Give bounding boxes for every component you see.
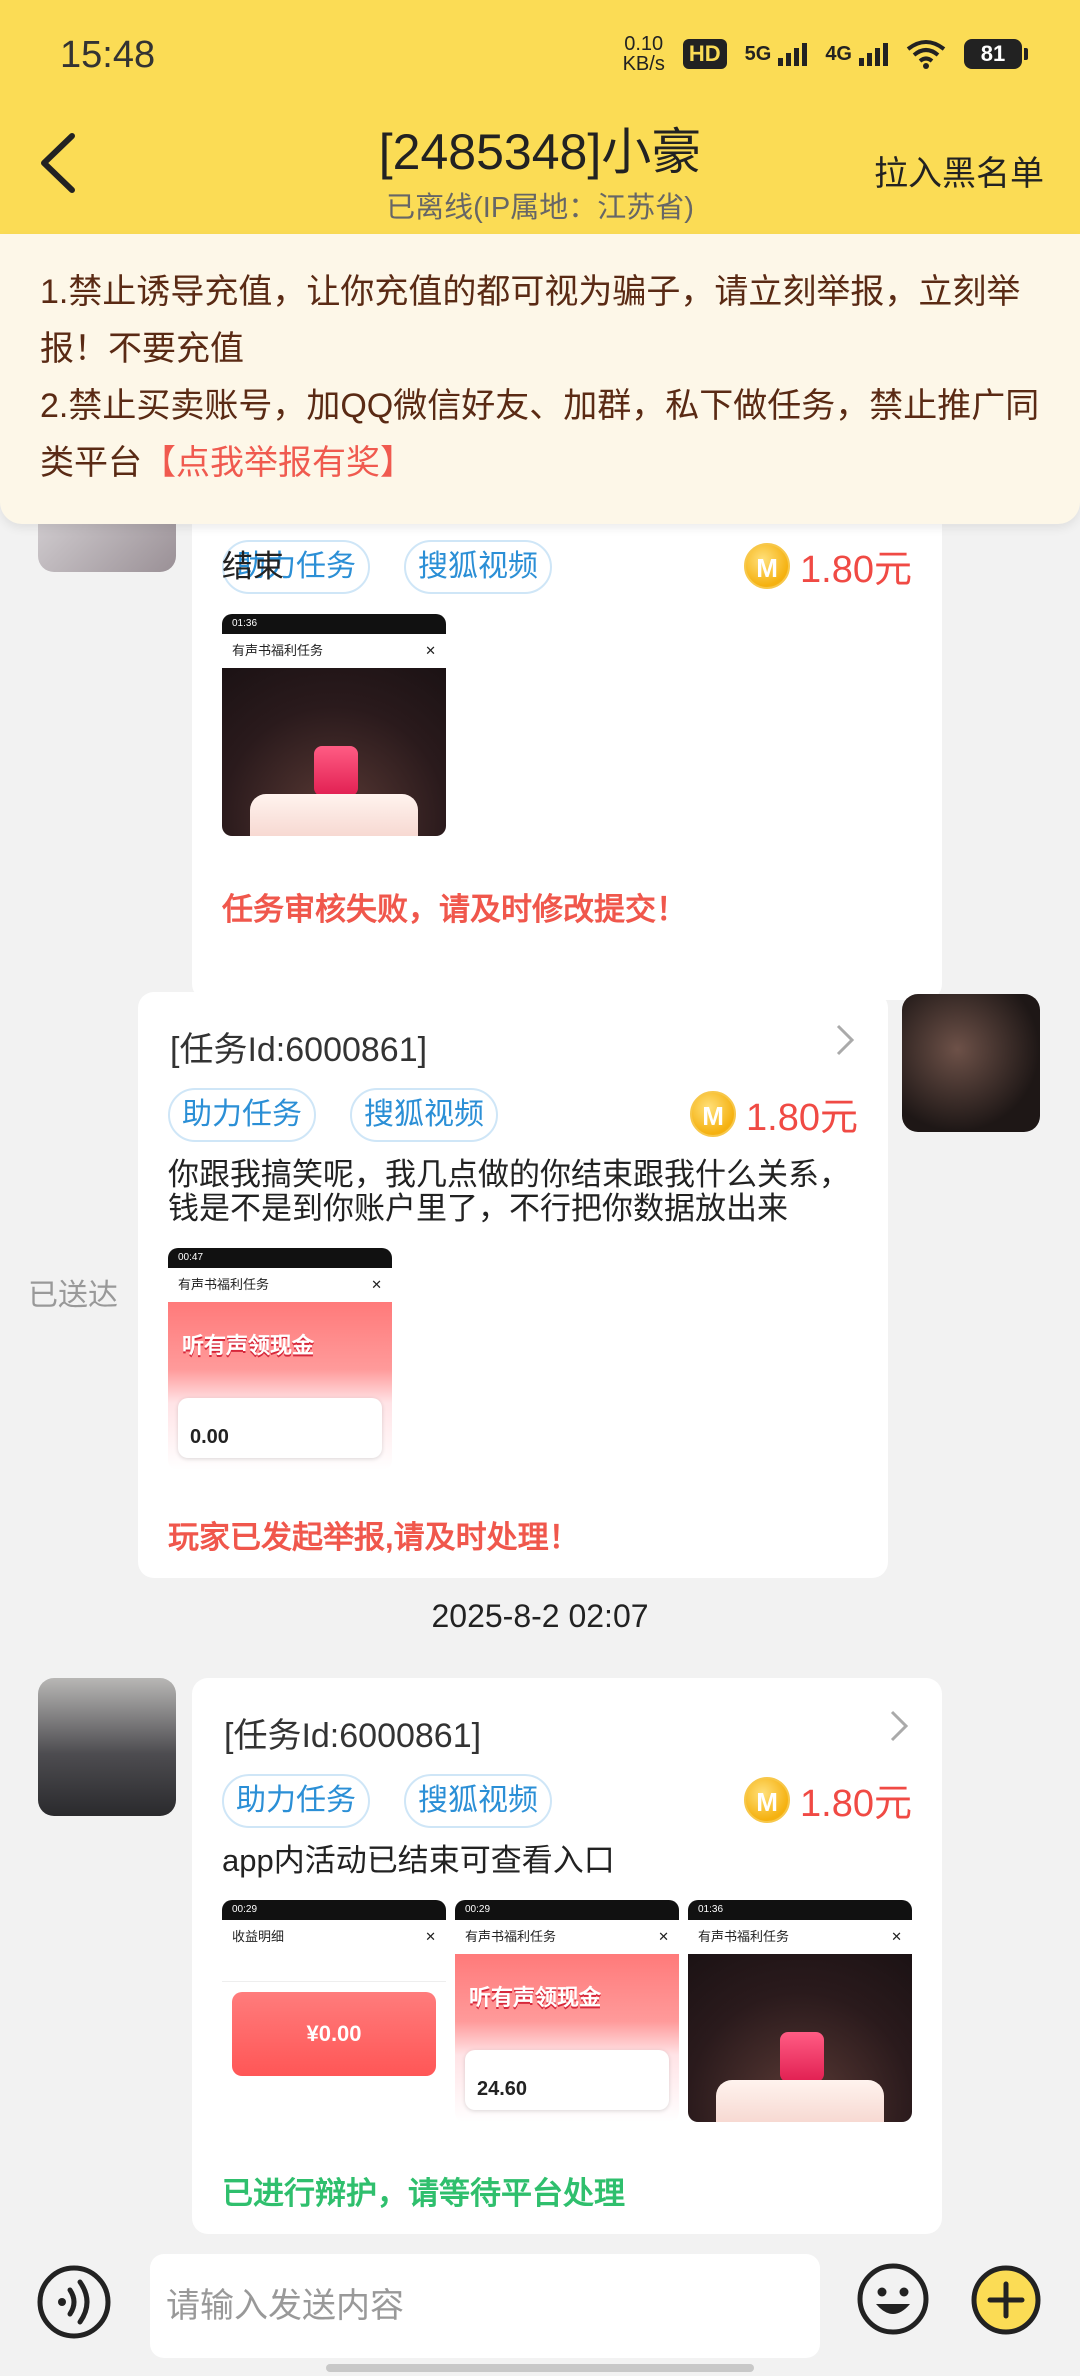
message-text: 结束 <box>222 549 284 584</box>
voice-icon[interactable] <box>36 2264 112 2340</box>
task-tag: 助力任务 <box>168 1088 316 1142</box>
avatar[interactable] <box>902 994 1040 1132</box>
net-speed-value: 0.10 <box>624 33 664 55</box>
thumb-title-text: 有声书福利任务 <box>178 1277 270 1292</box>
thumb-image: 听有声领现金 24.60 <box>455 1954 679 2122</box>
thumb-status-time: 00:29 <box>222 1900 446 1920</box>
thumb-title-text: 有声书福利任务 <box>698 1929 790 1944</box>
chevron-right-icon[interactable] <box>830 1020 860 1060</box>
thumb-card <box>250 794 418 836</box>
screenshot-thumbnail[interactable]: 00:29 有声书福利任务 ✕ 听有声领现金 24.60 <box>455 1900 679 2122</box>
hd-icon: HD <box>682 39 727 69</box>
timestamp: 2025-8-2 02:07 <box>431 1598 649 1634</box>
screenshot-thumbnail[interactable]: 00:47 有声书福利任务 ✕ 听有声领现金 0.00 <box>168 1248 392 1470</box>
thumb-amount: 24.60 <box>477 2078 528 2100</box>
thumb-amount: 0.00 <box>190 1426 229 1448</box>
thumb-image <box>222 668 446 836</box>
net-speed: 0.10 KB/s <box>623 34 665 74</box>
message-input[interactable] <box>150 2254 820 2358</box>
warning-notice: 1.禁止诱导充值，让你充值的都可视为骗子，请立刻举报，立刻举报！不要充值 2.禁… <box>0 234 1080 524</box>
task-tag: 搜狐视频 <box>350 1088 498 1142</box>
message-text: app内活动已结束可查看入口 <box>222 1843 615 1878</box>
home-indicator[interactable] <box>326 2364 754 2372</box>
review-status: 任务审核失败，请及时修改提交！ <box>222 892 687 927</box>
chat-area[interactable]: 助力任务 搜狐视频 M 1.80元 结束 01:36 有声书福利任务 ✕ 任务审核失… <box>0 524 1080 2240</box>
thumb-card: 0.00 <box>178 1398 382 1458</box>
task-id: [任务Id:6000861] <box>224 1717 482 1755</box>
screenshot-thumbnail[interactable]: 00:29 收益明细 ✕ ¥0.00 <box>222 1900 446 2122</box>
status-icons: 0.10 KB/s HD 5G 4G 81 <box>623 34 1028 74</box>
coin-icon: M <box>744 1776 791 1823</box>
close-icon: ✕ <box>658 1929 669 1944</box>
screenshot-thumbnail[interactable]: 01:36 有声书福利任务 ✕ <box>688 1900 912 2122</box>
thumb-title: 有声书福利任务 ✕ <box>222 634 446 668</box>
avatar[interactable] <box>38 1678 176 1816</box>
emoji-icon[interactable] <box>856 2262 930 2336</box>
thumb-tabs <box>222 1954 446 1982</box>
thumb-card <box>716 2080 884 2122</box>
reward: M 1.80元 <box>690 1086 858 1141</box>
thumb-title-text: 有声书福利任务 <box>232 643 324 658</box>
thumb-card: 24.60 <box>465 2050 669 2110</box>
task-message-card[interactable]: [任务Id:6000861] 助力任务 搜狐视频 M 1.80元 app内活动已结… <box>192 1678 942 2234</box>
signal-4g-label: 4G <box>825 42 852 65</box>
reward-amount: 1.80元 <box>800 1783 912 1825</box>
chevron-right-icon[interactable] <box>884 1706 914 1746</box>
thumb-title: 收益明细 ✕ <box>222 1920 446 1954</box>
message-text: 你跟我搞笑呢，我几点做的你结束跟我什么关系，钱是不是到你账户里了，不行把你数据放… <box>168 1157 850 1226</box>
thumb-headline: 听有声领现金 <box>469 1985 602 2010</box>
avatar[interactable] <box>38 524 176 572</box>
thumb-image: 听有声领现金 0.00 <box>168 1302 392 1470</box>
status-time: 15:48 <box>60 34 156 76</box>
delivery-status: 已送达 <box>28 1279 118 1312</box>
thumb-title-text: 有声书福利任务 <box>465 1929 557 1944</box>
thumb-status-time: 01:36 <box>688 1900 912 1920</box>
red-packet-icon <box>314 746 358 796</box>
report-status: 玩家已发起举报,请及时处理！ <box>168 1520 580 1555</box>
thumb-image <box>688 1954 912 2122</box>
screenshot-thumbnail[interactable]: 01:36 有声书福利任务 ✕ <box>222 614 446 836</box>
close-icon: ✕ <box>425 1929 436 1944</box>
close-icon: ✕ <box>371 1277 382 1292</box>
task-tag: 助力任务 <box>222 1774 370 1828</box>
top-bar: 15:48 0.10 KB/s HD 5G 4G 81 [2485348]小豪 … <box>0 0 1080 234</box>
notice-line-1: 1.禁止诱导充值，让你充值的都可视为骗子，请立刻举报，立刻举报！不要充值 <box>40 273 1021 368</box>
blacklist-button[interactable]: 拉入黑名单 <box>874 146 1044 195</box>
notice-line-2: 2.禁止买卖账号，加QQ微信好友、加群，私下做任务，禁止推广同类平台【点我举报有… <box>40 378 1040 492</box>
input-bar <box>0 2240 1080 2376</box>
task-tag: 搜狐视频 <box>404 1774 552 1828</box>
add-icon[interactable] <box>970 2264 1042 2336</box>
thumb-title: 有声书福利任务 ✕ <box>688 1920 912 1954</box>
thumb-balance: ¥0.00 <box>232 1992 436 2076</box>
report-link[interactable]: 【点我举报有奖】 <box>142 444 414 482</box>
reward-amount: 1.80元 <box>746 1097 858 1139</box>
task-id: [任务Id:6000861] <box>170 1031 428 1069</box>
thumb-image: ¥0.00 <box>222 1954 446 2122</box>
signal-5g-label: 5G <box>744 42 772 65</box>
thumb-headline: 听有声领现金 <box>182 1333 315 1358</box>
thumb-status-time: 00:47 <box>168 1248 392 1268</box>
signal-4g-icon: 4G <box>825 42 888 66</box>
thumb-title: 有声书福利任务 ✕ <box>168 1268 392 1302</box>
close-icon: ✕ <box>425 643 436 658</box>
battery-icon: 81 <box>964 39 1028 69</box>
message-input-box[interactable] <box>150 2254 820 2358</box>
thumb-status-time: 00:29 <box>455 1900 679 1920</box>
thumb-title: 有声书福利任务 ✕ <box>455 1920 679 1954</box>
coin-icon: M <box>690 1090 737 1137</box>
defense-status: 已进行辩护，请等待平台处理 <box>222 2176 625 2211</box>
task-message-card[interactable]: 助力任务 搜狐视频 M 1.80元 结束 01:36 有声书福利任务 ✕ 任务审核失… <box>192 524 942 1000</box>
net-speed-unit: KB/s <box>622 53 665 75</box>
thumb-title-text: 收益明细 <box>232 1929 285 1944</box>
wifi-icon <box>906 40 946 69</box>
task-message-card[interactable]: [任务Id:6000861] 助力任务 搜狐视频 M 1.80元 你跟我搞笑呢，我… <box>138 992 888 1578</box>
thumb-status-time: 01:36 <box>222 614 446 634</box>
close-icon: ✕ <box>891 1929 902 1944</box>
signal-5g-icon: 5G <box>744 42 808 66</box>
reward: M 1.80元 <box>744 1772 912 1827</box>
red-packet-icon <box>780 2032 824 2082</box>
